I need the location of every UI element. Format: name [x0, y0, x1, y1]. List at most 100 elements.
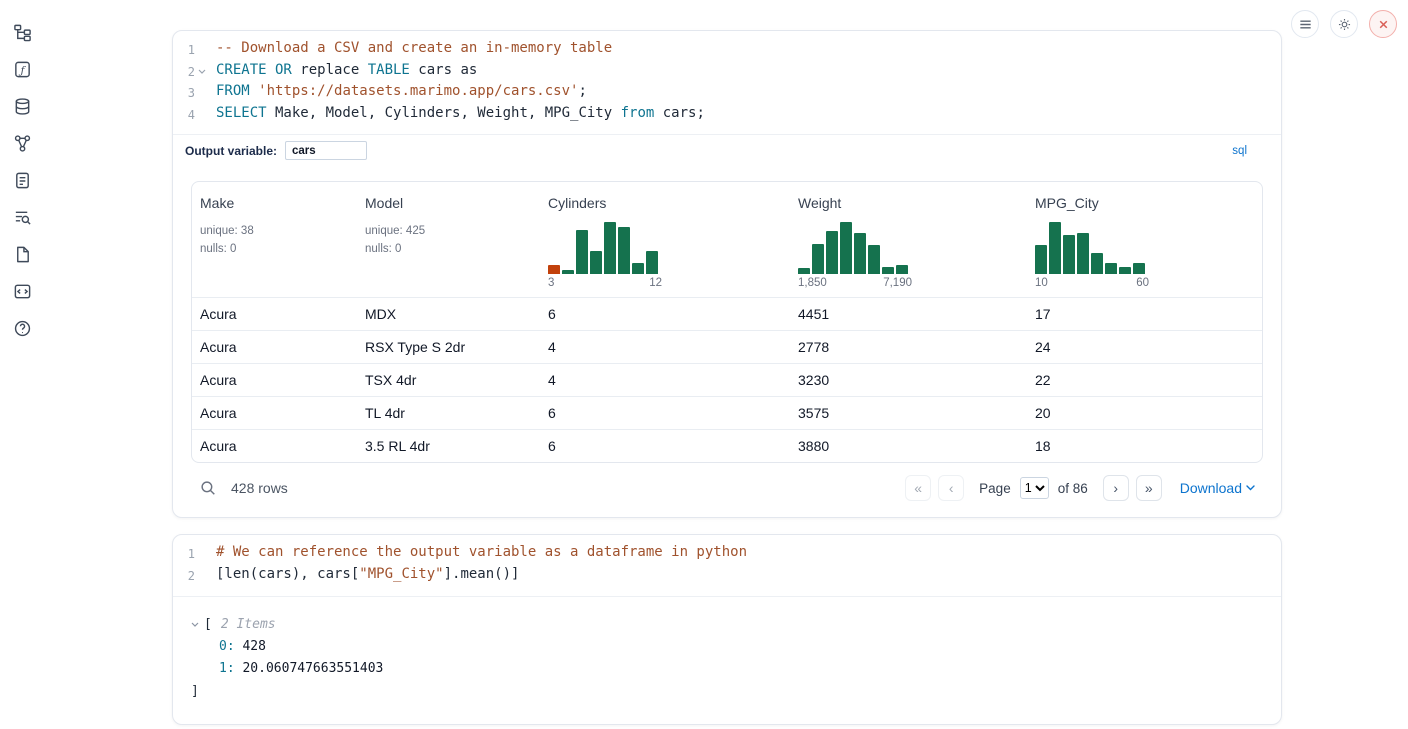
- line-number: 1: [179, 39, 195, 61]
- histogram: 312: [548, 222, 662, 289]
- histogram-bar: [1091, 253, 1103, 274]
- table-cell: TSX 4dr: [357, 364, 540, 397]
- line-number: 2: [179, 565, 195, 587]
- python-cell: 1# We can reference the output variable …: [172, 534, 1282, 724]
- pagination: « ‹ Page 1 of 86 › »: [905, 475, 1162, 501]
- language-badge: sql: [1232, 145, 1247, 157]
- histogram-bar: [618, 227, 630, 274]
- python-code-editor[interactable]: 1# We can reference the output variable …: [173, 535, 1281, 595]
- table-cell: 17: [1027, 298, 1263, 331]
- column-name: Cylinders: [548, 195, 782, 211]
- column-name: Make: [200, 195, 349, 211]
- scratchpad-icon[interactable]: ƒ: [11, 58, 33, 80]
- histogram-bar: [882, 267, 894, 274]
- file-explorer-icon[interactable]: [11, 21, 33, 43]
- settings-button[interactable]: [1330, 10, 1358, 38]
- menu-icon: [1298, 17, 1313, 32]
- table-cell: 6: [540, 430, 790, 463]
- code-line: 1# We can reference the output variable …: [179, 543, 1271, 565]
- histogram-bar: [1049, 222, 1061, 274]
- code-line: 2[len(cars), cars["MPG_City"].mean()]: [179, 565, 1271, 587]
- table-row[interactable]: AcuraTSX 4dr4323022: [192, 364, 1263, 397]
- menu-button[interactable]: [1291, 10, 1319, 38]
- page-select[interactable]: 1: [1020, 477, 1049, 499]
- table-cell: 3230: [790, 364, 1027, 397]
- table-cell: 6: [540, 298, 790, 331]
- row-count: 428 rows: [231, 480, 288, 496]
- histogram-min-label: 10: [1035, 277, 1048, 289]
- documentation-icon[interactable]: [11, 280, 33, 302]
- fold-indicator-icon: [195, 39, 208, 61]
- page-label: Page: [979, 481, 1011, 496]
- table-row[interactable]: Acura3.5 RL 4dr6388018: [192, 430, 1263, 463]
- histogram-bar: [1035, 245, 1047, 274]
- histogram: 10 60: [1035, 222, 1149, 289]
- table-cell: 18: [1027, 430, 1263, 463]
- table-cell: Acura: [192, 331, 357, 364]
- histogram-bar: [798, 268, 810, 274]
- column-header-make[interactable]: Makeunique: 38nulls: 0: [192, 182, 357, 298]
- line-number: 4: [179, 104, 195, 126]
- chevron-down-icon: [1246, 485, 1255, 491]
- collapse-chevron-icon[interactable]: [191, 622, 204, 627]
- histogram-bar: [812, 244, 824, 274]
- snippets-icon[interactable]: [11, 243, 33, 265]
- output-entries: 0: 4281: 20.060747663551403: [191, 636, 1263, 681]
- table-cell: TL 4dr: [357, 397, 540, 430]
- help-icon[interactable]: [11, 317, 33, 339]
- table-cell: RSX Type S 2dr: [357, 331, 540, 364]
- prev-page-button[interactable]: ‹: [938, 475, 964, 501]
- line-number: 1: [179, 543, 195, 565]
- table-cell: 4: [540, 331, 790, 364]
- column-header-cylinders[interactable]: Cylinders 312: [540, 182, 790, 298]
- next-page-button[interactable]: ›: [1103, 475, 1129, 501]
- tree-root-line: [ 2 Items: [191, 614, 1263, 636]
- first-page-button[interactable]: «: [905, 475, 931, 501]
- histogram-bar: [562, 270, 574, 274]
- logs-icon[interactable]: [11, 169, 33, 191]
- line-number: 2: [179, 61, 195, 83]
- histogram-bar: [1077, 233, 1089, 274]
- histogram-bar: [896, 265, 908, 274]
- page-count-label: of 86: [1058, 481, 1088, 496]
- table-cell: Acura: [192, 397, 357, 430]
- dependency-graph-icon[interactable]: [11, 132, 33, 154]
- column-header-mpg_city[interactable]: MPG_City1060: [1027, 182, 1263, 298]
- table-cell: 6: [540, 397, 790, 430]
- table-cell: 2778: [790, 331, 1027, 364]
- table-row[interactable]: AcuraMDX6445117: [192, 298, 1263, 331]
- column-name: Weight: [798, 195, 1019, 211]
- sql-code-editor[interactable]: 1-- Download a CSV and create an in-memo…: [173, 31, 1281, 134]
- table-header-row: Makeunique: 38nulls: 0Modelunique: 425nu…: [192, 182, 1263, 298]
- datasets-icon[interactable]: [11, 95, 33, 117]
- histogram-bar: [590, 251, 602, 274]
- histogram-bar: [868, 245, 880, 274]
- histogram-bar: [1119, 267, 1131, 274]
- last-page-button[interactable]: »: [1136, 475, 1162, 501]
- search-icon[interactable]: [199, 479, 217, 497]
- outline-icon[interactable]: [11, 206, 33, 228]
- histogram-max-label: 60: [1136, 277, 1149, 289]
- output-variable-label: Output variable:: [185, 144, 277, 158]
- fold-indicator-icon[interactable]: [195, 61, 208, 83]
- histogram-bar: [576, 230, 588, 274]
- table-row[interactable]: AcuraTL 4dr6357520: [192, 397, 1263, 430]
- tree-entry: 1: 20.060747663551403: [191, 658, 1263, 681]
- download-button[interactable]: Download: [1180, 480, 1255, 496]
- svg-text:ƒ: ƒ: [18, 64, 26, 76]
- table-body: AcuraMDX6445117AcuraRSX Type S 2dr427782…: [192, 298, 1263, 463]
- column-header-weight[interactable]: Weight1,8507,190: [790, 182, 1027, 298]
- table-cell: 3575: [790, 397, 1027, 430]
- histogram-bar: [826, 231, 838, 274]
- python-output: [ 2 Items 0: 4281: 20.060747663551403 ]: [173, 596, 1281, 724]
- output-variable-input[interactable]: [285, 141, 367, 160]
- items-count: 2 Items: [221, 614, 276, 636]
- column-header-model[interactable]: Modelunique: 425nulls: 0: [357, 182, 540, 298]
- histogram-bar: [1105, 263, 1117, 274]
- table-row[interactable]: AcuraRSX Type S 2dr4277824: [192, 331, 1263, 364]
- output-variable-row: Output variable: sql: [173, 134, 1281, 167]
- open-bracket: [: [204, 614, 212, 636]
- close-button[interactable]: [1369, 10, 1397, 38]
- histogram-bar: [1063, 235, 1075, 274]
- histogram-bar: [646, 251, 658, 274]
